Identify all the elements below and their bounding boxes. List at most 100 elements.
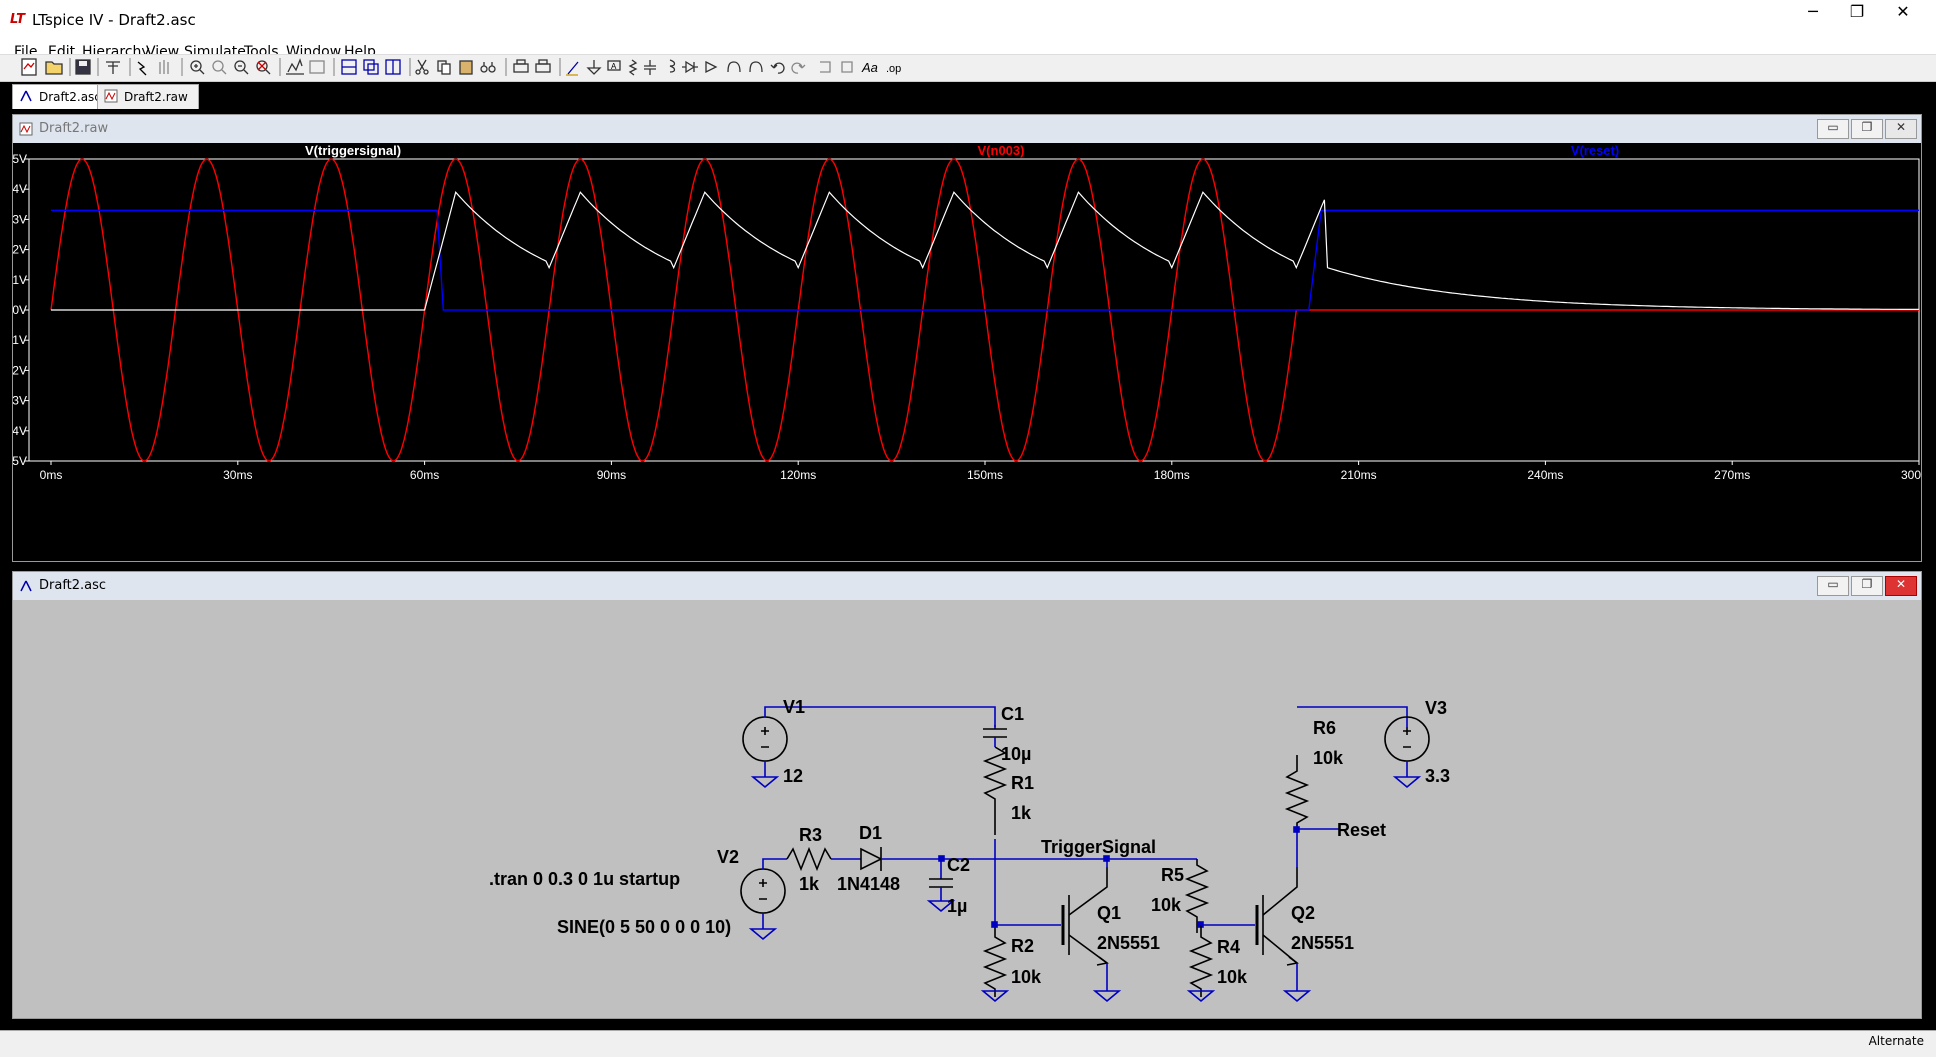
- schematic-window-titlebar[interactable]: Draft2.asc ▭ ❐ ✕: [13, 572, 1921, 601]
- halt-icon[interactable]: [159, 60, 169, 74]
- diode-d1[interactable]: [860, 847, 941, 871]
- svg-text:.op: .op: [886, 63, 901, 75]
- pan-icon[interactable]: [212, 60, 227, 75]
- text-icon[interactable]: Aa: [861, 60, 878, 75]
- r3-value: 1k: [799, 874, 820, 894]
- y-tick-label: 2V: [13, 243, 27, 257]
- move-icon[interactable]: [727, 61, 741, 73]
- schematic-icon: [20, 580, 32, 592]
- v1-label: V1: [783, 697, 805, 717]
- plot-close-button[interactable]: ✕: [1885, 119, 1917, 139]
- window-title: LTspice IV - Draft2.asc: [32, 11, 196, 29]
- v1-value: 12: [783, 766, 803, 786]
- y-tick-label: 5V: [13, 152, 27, 166]
- x-tick-label: 0ms: [40, 468, 63, 482]
- voltage-source-v2[interactable]: [740, 858, 787, 941]
- cascade-icon[interactable]: [363, 59, 379, 75]
- tran-directive[interactable]: .tran 0 0.3 0 1u startup: [489, 869, 680, 889]
- paste-icon[interactable]: [459, 60, 473, 75]
- status-text: Alternate: [1868, 1034, 1924, 1048]
- x-tick-label: 150ms: [967, 468, 1003, 482]
- grid-icon[interactable]: [309, 60, 325, 74]
- open-icon[interactable]: [45, 61, 63, 75]
- rotate-icon[interactable]: [820, 61, 831, 73]
- resistor-icon[interactable]: [628, 59, 638, 76]
- trace-label: V(reset): [1571, 143, 1619, 158]
- v3-label: V3: [1425, 698, 1447, 718]
- y-tick-label: -1V: [13, 333, 27, 347]
- inductor-icon[interactable]: [669, 59, 676, 73]
- c1-label: C1: [1001, 704, 1024, 724]
- find-icon[interactable]: [480, 62, 496, 73]
- plot-area[interactable]: 5V 4V 3V 2V 1V 0V -1V -2V -3V -4V -5V 0ms 30ms 60ms 90…: [8, 143, 1936, 561]
- schematic-canvas[interactable]: V1 12 C1 10µ R1 1k V2 SINE(0 5 50 0 0 0 …: [13, 600, 1921, 1018]
- voltage-source-v3[interactable]: [1384, 716, 1430, 789]
- capacitor-c1[interactable]: [982, 725, 1008, 835]
- resistor-r5[interactable]: [1184, 859, 1210, 933]
- resistor-r4[interactable]: [1186, 925, 1216, 1003]
- tile-vertical-icon[interactable]: [385, 59, 401, 75]
- schematic-drawing[interactable]: V1 12 C1 10µ R1 1k V2 SINE(0 5 50 0 0 0 …: [13, 600, 1921, 1018]
- spice-directive-icon[interactable]: .op: [886, 63, 901, 75]
- y-tick-label: 3V: [13, 212, 27, 226]
- mirror-icon[interactable]: [841, 61, 853, 73]
- title-bar: [0, 0, 1936, 41]
- copy-icon[interactable]: [437, 60, 451, 75]
- plot-minimize-button[interactable]: ▭: [1817, 119, 1849, 139]
- resistor-r3[interactable]: [786, 846, 861, 872]
- print-icon[interactable]: [535, 59, 551, 73]
- autorange-icon[interactable]: [286, 58, 304, 75]
- x-tick-label: 120ms: [780, 468, 816, 482]
- draw-wire-icon[interactable]: [566, 61, 579, 76]
- waveform-icon: [104, 89, 118, 103]
- q1-value: 2N5551: [1097, 933, 1160, 953]
- cut-icon[interactable]: [415, 59, 429, 75]
- trace-v-reset: [51, 209, 1919, 311]
- label-net-icon[interactable]: A: [607, 60, 621, 71]
- new-schematic-icon[interactable]: [21, 58, 37, 76]
- diode-icon[interactable]: [682, 60, 698, 74]
- drag-icon[interactable]: [749, 61, 763, 73]
- waveform-plot[interactable]: 5V 4V 3V 2V 1V 0V -1V -2V -3V -4V -5V 0ms 30ms 60ms 90…: [8, 143, 1936, 561]
- tile-horizontal-icon[interactable]: [341, 59, 357, 75]
- component-icon[interactable]: [705, 60, 718, 74]
- redo-icon[interactable]: [791, 62, 806, 74]
- maximize-button[interactable]: ❐: [1834, 2, 1880, 38]
- capacitor-icon[interactable]: [644, 60, 656, 75]
- zoom-fit-icon[interactable]: [256, 60, 271, 75]
- q1-label: Q1: [1097, 903, 1121, 923]
- c1-value: 10µ: [1001, 744, 1031, 764]
- y-tick-label: -2V: [13, 363, 27, 377]
- zoom-in-icon[interactable]: [190, 60, 205, 75]
- schematic-restore-button[interactable]: ❐: [1851, 576, 1883, 596]
- close-button[interactable]: ✕: [1880, 2, 1926, 38]
- print-setup-icon[interactable]: [513, 59, 529, 73]
- control-panel-icon[interactable]: [106, 61, 120, 74]
- x-tick-label: 270ms: [1714, 468, 1750, 482]
- net-trigger-label: TriggerSignal: [1041, 837, 1156, 857]
- save-icon[interactable]: [75, 59, 91, 75]
- ltspice-logo-icon: LT: [10, 12, 25, 27]
- resistor-r2[interactable]: [980, 925, 1010, 1003]
- schematic-close-button[interactable]: ✕: [1885, 576, 1917, 596]
- schematic-minimize-button[interactable]: ▭: [1817, 576, 1849, 596]
- x-tick-label: 90ms: [597, 468, 626, 482]
- tab-label: Draft2.asc: [39, 90, 101, 104]
- ground-icon[interactable]: [586, 60, 602, 75]
- tab-draft2-raw[interactable]: Draft2.raw: [97, 84, 199, 109]
- resistor-r6[interactable]: [1284, 706, 1408, 867]
- x-tick-label: 180ms: [1154, 468, 1190, 482]
- undo-icon[interactable]: [770, 62, 785, 74]
- c2-label: C2: [947, 855, 970, 875]
- d1-value: 1N4148: [837, 874, 900, 894]
- minimize-button[interactable]: ─: [1790, 2, 1836, 38]
- plot-restore-button[interactable]: ❐: [1851, 119, 1883, 139]
- voltage-source-v1[interactable]: [742, 706, 996, 789]
- d1-label: D1: [859, 823, 882, 843]
- plot-window-titlebar[interactable]: Draft2.raw ▭ ❐ ✕: [13, 115, 1921, 144]
- r5-label: R5: [1161, 865, 1184, 885]
- toolbar-icons: A Aa .op: [0, 54, 1936, 80]
- run-icon[interactable]: [137, 61, 147, 76]
- zoom-out-icon[interactable]: [234, 60, 249, 75]
- x-tick-label: 210ms: [1341, 468, 1377, 482]
